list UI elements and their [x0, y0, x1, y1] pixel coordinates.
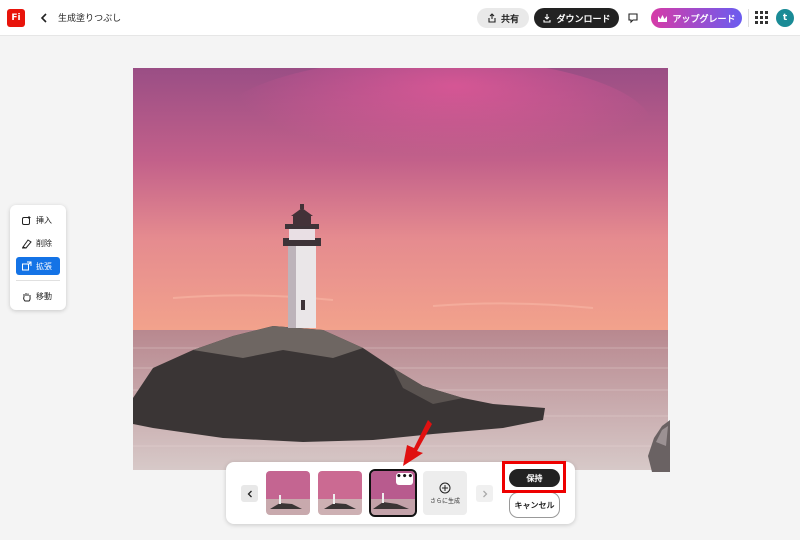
hand-icon — [23, 292, 31, 301]
tool-insert[interactable]: 挿入 — [16, 211, 60, 229]
plus-circle-icon — [439, 482, 451, 493]
canvas-image[interactable] — [133, 68, 668, 470]
share-button[interactable]: 共有 — [477, 8, 529, 28]
generate-more-button[interactable]: さらに生成 — [423, 471, 467, 515]
tool-expand-label: 拡張 — [36, 261, 52, 271]
document-title: 生成塗りつぶし — [58, 14, 122, 24]
comment-button[interactable] — [625, 10, 641, 26]
previous-button[interactable] — [241, 485, 258, 502]
highlight-box — [502, 461, 566, 493]
tool-divider — [16, 280, 60, 281]
thumbnail-image — [318, 471, 362, 515]
insert-icon — [22, 215, 31, 225]
back-button[interactable] — [36, 9, 52, 27]
thumbnail-image — [266, 471, 310, 515]
tool-panel: 挿入 削除 拡張 移動 — [10, 205, 66, 310]
share-label: 共有 — [500, 14, 519, 25]
rock-edge-image — [648, 420, 670, 472]
red-arrow-icon — [403, 420, 432, 466]
tool-insert-label: 挿入 — [36, 215, 52, 225]
tool-expand[interactable]: 拡張 — [16, 257, 60, 275]
top-bar: Fi 生成塗りつぶし 共有 ダウンロード アップグレード t — [0, 0, 800, 36]
tool-remove-label: 削除 — [36, 238, 52, 248]
download-icon — [543, 14, 552, 23]
remove-icon — [22, 238, 32, 249]
divider — [748, 9, 749, 27]
crown-icon — [658, 14, 668, 22]
variation-thumbnail-3[interactable]: ••• — [369, 469, 417, 517]
chevron-right-icon — [482, 490, 487, 497]
variation-thumbnail-1[interactable] — [266, 471, 310, 515]
next-button[interactable] — [476, 485, 493, 502]
generate-more-label: さらに生成 — [429, 497, 460, 505]
upgrade-button[interactable]: アップグレード — [651, 8, 742, 28]
tool-remove[interactable]: 削除 — [16, 234, 60, 252]
avatar[interactable]: t — [776, 9, 794, 27]
cancel-button[interactable]: キャンセル — [509, 492, 560, 518]
apps-grid-icon[interactable] — [755, 11, 768, 24]
share-icon — [488, 13, 496, 23]
upgrade-label: アップグレード — [672, 14, 736, 25]
more-options-button[interactable]: ••• — [396, 473, 413, 485]
download-label: ダウンロード — [556, 14, 611, 25]
chevron-left-icon — [247, 490, 252, 497]
comment-icon — [628, 13, 638, 24]
tool-move-label: 移動 — [36, 291, 52, 301]
expand-icon — [22, 261, 32, 270]
lighthouse-image — [133, 68, 668, 470]
tool-move[interactable]: 移動 — [16, 287, 60, 305]
variation-thumbnail-2[interactable] — [318, 471, 362, 515]
app-logo[interactable]: Fi — [7, 9, 25, 27]
download-button[interactable]: ダウンロード — [534, 8, 619, 28]
chevron-left-icon — [40, 13, 47, 23]
